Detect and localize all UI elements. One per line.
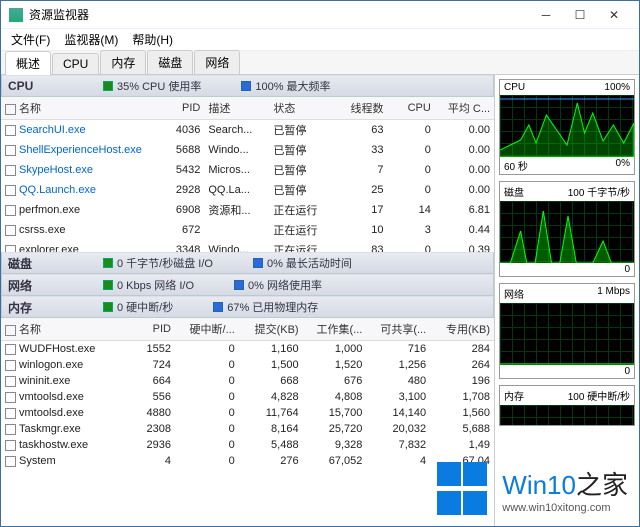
checkbox[interactable] [5,408,16,419]
table-row[interactable]: Taskmgr.exe230808,16425,72020,0325,688 [1,421,494,437]
cpu-table: 名称 PID 描述 状态 线程数 CPU 平均 C... SearchUI.ex… [1,97,494,252]
checkbox[interactable] [5,165,16,176]
checkbox[interactable] [5,125,16,136]
meter-icon [103,81,113,91]
meter-icon [103,280,113,290]
chart-disk: 磁盘100 千字节/秒 0 [499,181,635,277]
table-row[interactable]: csrss.exe672正在运行1030.44 [1,220,494,240]
checkbox[interactable] [5,376,16,387]
memory-section-header[interactable]: 内存 0 硬中断/秒 67% 已用物理内存 [1,296,494,318]
meter-icon [213,302,223,312]
tabs: 概述 CPU 内存 磁盘 网络 [1,51,639,75]
tab-disk[interactable]: 磁盘 [147,50,193,74]
cpu-section-header[interactable]: CPU 35% CPU 使用率 100% 最大频率 [1,75,494,97]
table-row[interactable]: winlogon.exe72401,5001,5201,256264 [1,357,494,373]
meter-icon [253,258,263,268]
tab-memory[interactable]: 内存 [100,50,146,74]
checkbox[interactable] [5,344,16,355]
memory-table: 名称 PID 硬中断/... 提交(KB) 工作集(... 可共享(... 专用… [1,318,494,469]
watermark: Win10之家 www.win10xitong.com [436,461,628,517]
table-row[interactable]: explorer.exe3348Windo...正在运行8300.39 [1,240,494,252]
tab-network[interactable]: 网络 [194,50,240,74]
checkbox[interactable] [5,245,16,252]
table-row[interactable]: vmtoolsd.exe55604,8284,8083,1001,708 [1,389,494,405]
checkbox[interactable] [5,185,16,196]
close-button[interactable]: ✕ [597,4,631,26]
chart-memory: 内存100 硬中断/秒 [499,385,635,426]
meter-icon [241,81,251,91]
checkbox[interactable] [5,440,16,451]
tab-cpu[interactable]: CPU [52,53,99,74]
window-title: 资源监视器 [29,6,529,23]
table-row[interactable]: System4027667,052467,04 [1,453,494,469]
table-row[interactable]: vmtoolsd.exe4880011,76415,70014,1401,560 [1,405,494,421]
table-row[interactable]: QQ.Launch.exe2928QQ.La...已暂停2500.00 [1,180,494,200]
disk-section-header[interactable]: 磁盘 0 千字节/秒磁盘 I/O 0% 最长活动时间 [1,252,494,274]
table-row[interactable]: taskhostw.exe293605,4889,3287,8321,49 [1,437,494,453]
maximize-button[interactable]: ☐ [563,4,597,26]
tab-overview[interactable]: 概述 [5,51,51,75]
meter-icon [234,280,244,290]
app-icon [9,8,23,22]
checkbox[interactable] [5,424,16,435]
checkbox[interactable] [5,456,16,467]
checkbox[interactable] [5,205,16,216]
checkbox[interactable] [5,392,16,403]
minimize-button[interactable]: ─ [529,4,563,26]
checkbox-all[interactable] [5,325,16,336]
menubar: 文件(F) 监视器(M) 帮助(H) [1,29,639,51]
meter-icon [103,302,113,312]
chart-cpu: CPU100% 60 秒0% [499,79,635,175]
menu-file[interactable]: 文件(F) [7,29,54,50]
menu-help[interactable]: 帮助(H) [128,29,177,50]
meter-icon [103,258,113,268]
checkbox[interactable] [5,360,16,371]
checkbox[interactable] [5,145,16,156]
checkbox[interactable] [5,225,16,236]
table-row[interactable]: SearchUI.exe4036Search...已暂停6300.00 [1,120,494,141]
menu-monitor[interactable]: 监视器(M) [60,29,122,50]
table-row[interactable]: SkypeHost.exe5432Micros...已暂停700.00 [1,160,494,180]
checkbox-all[interactable] [5,104,16,115]
table-row[interactable]: ShellExperienceHost.exe5688Windo...已暂停33… [1,140,494,160]
table-row[interactable]: wininit.exe6640668676480196 [1,373,494,389]
windows-logo-icon [436,461,492,517]
table-row[interactable]: WUDFHost.exe155201,1601,000716284 [1,341,494,358]
table-row[interactable]: perfmon.exe6908资源和...正在运行17146.81 [1,200,494,220]
network-section-header[interactable]: 网络 0 Kbps 网络 I/O 0% 网络使用率 [1,274,494,296]
chart-network: 网络1 Mbps 0 [499,283,635,379]
